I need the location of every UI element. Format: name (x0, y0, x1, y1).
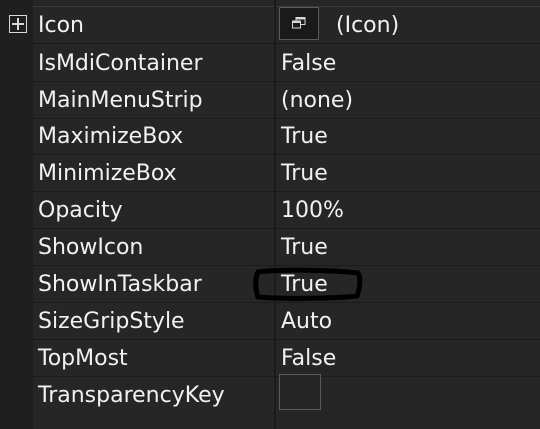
property-row-maximizebox[interactable]: MaximizeBox True (0, 118, 540, 155)
property-row-sizegripstyle[interactable]: SizeGripStyle Auto (0, 303, 540, 340)
property-value[interactable]: Auto (281, 303, 332, 340)
property-name: ShowIcon (38, 235, 144, 260)
property-name: IsMdiContainer (38, 51, 203, 76)
property-row-opacity[interactable]: Opacity 100% (0, 192, 540, 229)
property-name: Opacity (38, 198, 123, 223)
property-row-icon[interactable]: Icon (Icon) (0, 7, 540, 44)
property-name: TopMost (38, 346, 128, 371)
color-swatch[interactable] (279, 374, 321, 410)
form-icon[interactable] (279, 7, 319, 40)
property-value[interactable]: True (281, 155, 328, 192)
previous-row-edge (33, 0, 540, 7)
property-row-minimizebox[interactable]: MinimizeBox True (0, 155, 540, 192)
property-name: Icon (38, 13, 84, 38)
property-value[interactable]: True (281, 118, 328, 155)
property-value[interactable]: (Icon) (336, 7, 399, 44)
row-divider (33, 43, 540, 44)
property-row-showicon[interactable]: ShowIcon True (0, 229, 540, 266)
property-name: TransparencyKey (38, 383, 225, 408)
property-value[interactable]: False (281, 340, 336, 377)
property-row-mainmenustrip[interactable]: MainMenuStrip (none) (0, 82, 540, 119)
property-name: ShowInTaskbar (38, 272, 202, 297)
property-value[interactable]: False (281, 45, 336, 82)
property-name: MinimizeBox (38, 161, 177, 186)
property-row-showintaskbar[interactable]: ShowInTaskbar True (0, 266, 540, 303)
property-row-topmost[interactable]: TopMost False (0, 340, 540, 377)
property-row-ismdicontainer[interactable]: IsMdiContainer False (0, 45, 540, 82)
properties-grid: Icon (Icon) IsMdiContainer False MainMen… (0, 0, 540, 429)
property-name: MainMenuStrip (38, 88, 203, 113)
property-value[interactable]: 100% (281, 192, 344, 229)
property-value[interactable]: True (281, 266, 328, 303)
plus-square-icon[interactable] (9, 15, 27, 33)
form-icon-glyph (292, 17, 306, 29)
property-name: MaximizeBox (38, 124, 184, 149)
property-value[interactable]: (none) (281, 82, 353, 119)
property-name: SizeGripStyle (38, 309, 185, 334)
property-row-transparencykey[interactable]: TransparencyKey (0, 377, 540, 414)
property-value[interactable]: True (281, 229, 328, 266)
